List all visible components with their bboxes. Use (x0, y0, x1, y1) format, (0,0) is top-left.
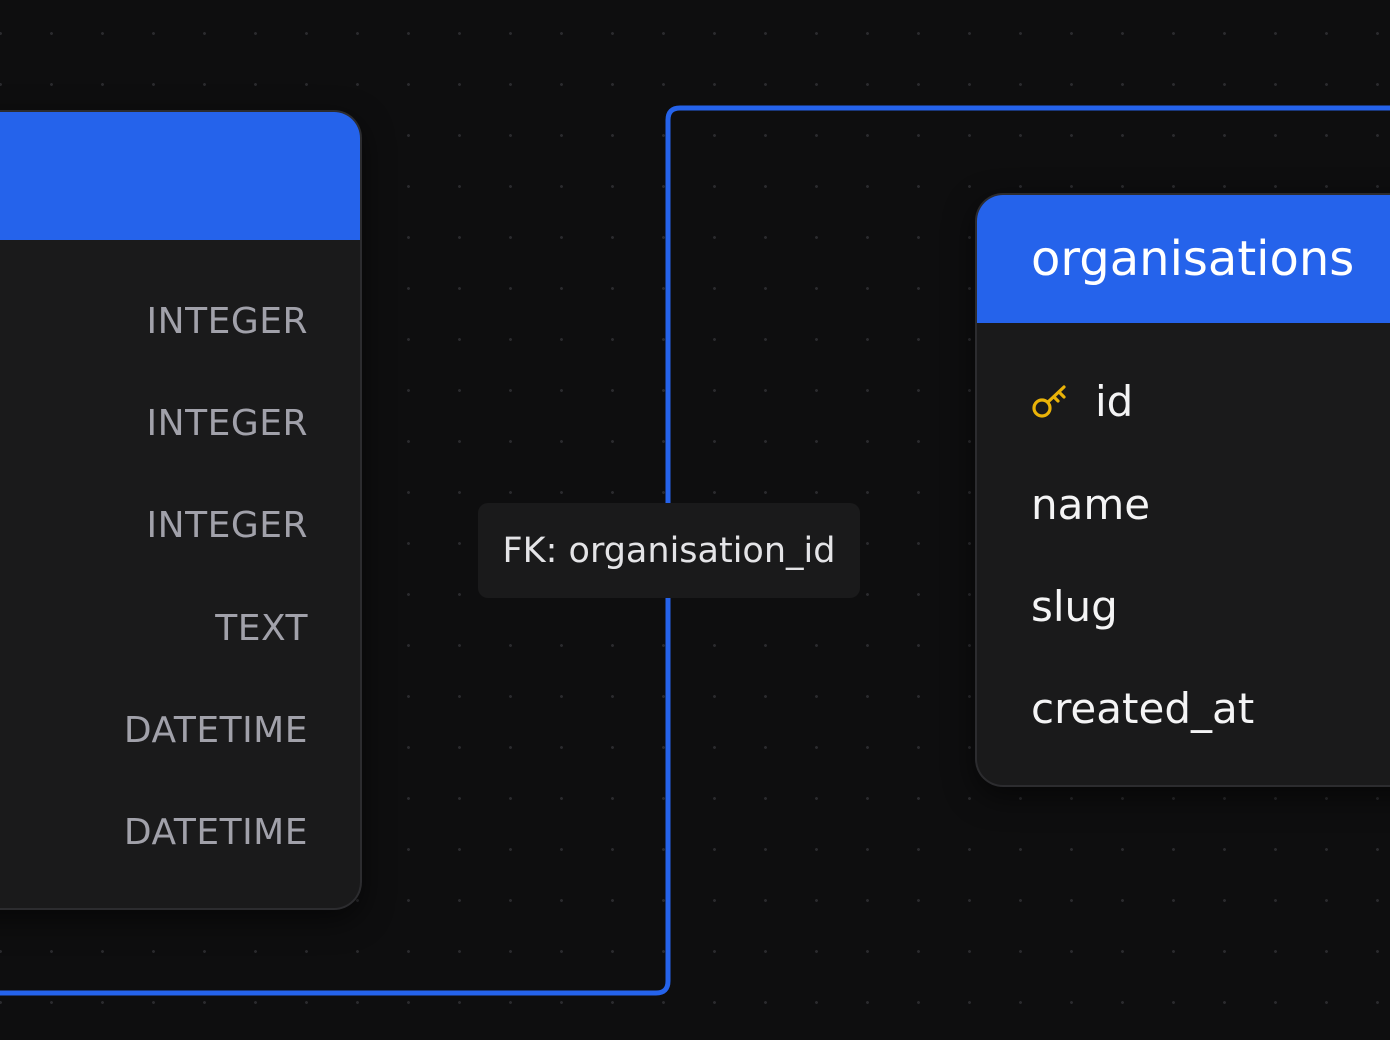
column-row[interactable]: DATETIME (124, 679, 308, 781)
table-header[interactable]: organisations (977, 195, 1390, 323)
table-node-organisations[interactable]: organisations id name slug created_at (975, 193, 1390, 787)
column-type: INTEGER (146, 300, 308, 342)
column-row[interactable]: INTEGER (147, 474, 308, 576)
table-node-left[interactable]: INTEGER INTEGER INTEGER TEXT DATETIME DA… (0, 110, 362, 910)
relationship-label[interactable]: FK: organisation_id (478, 503, 860, 598)
column-row-created-at[interactable]: created_at (1031, 657, 1254, 759)
column-type: DATETIME (123, 811, 308, 853)
column-type: INTEGER (146, 504, 308, 546)
column-name: id (1095, 376, 1134, 426)
column-row[interactable]: INTEGER (147, 270, 308, 372)
column-name: slug (1031, 581, 1118, 631)
column-row-id[interactable]: id (1031, 350, 1133, 452)
column-row-slug[interactable]: slug (1031, 555, 1118, 657)
column-row[interactable]: DATETIME (124, 781, 308, 883)
table-title: organisations (1031, 231, 1355, 287)
column-type: DATETIME (123, 709, 308, 751)
column-type: TEXT (215, 607, 308, 649)
column-row[interactable]: INTEGER (147, 372, 308, 474)
column-row-name[interactable]: name (1031, 453, 1150, 555)
key-icon (1032, 385, 1066, 418)
column-type: INTEGER (146, 402, 308, 444)
column-row[interactable]: TEXT (215, 577, 308, 679)
column-name: name (1031, 479, 1151, 529)
table-header[interactable] (0, 112, 360, 240)
column-name: created_at (1031, 683, 1255, 733)
diagram-canvas[interactable]: INTEGER INTEGER INTEGER TEXT DATETIME DA… (0, 0, 1390, 1040)
